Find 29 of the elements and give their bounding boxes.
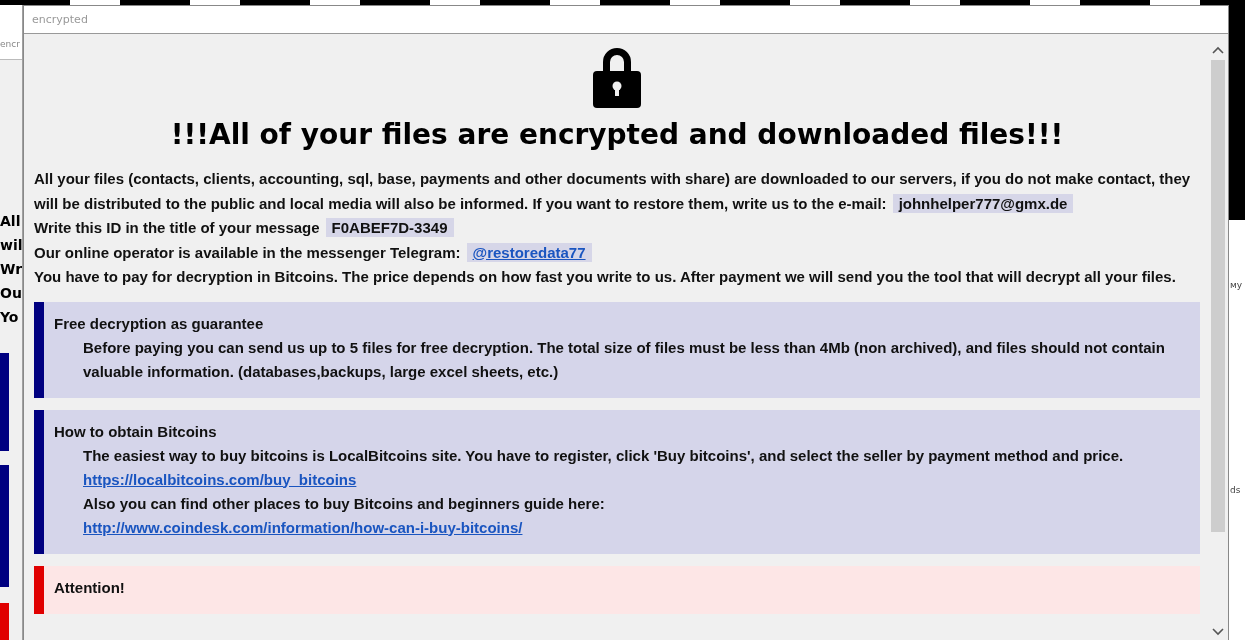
heading: !!!All of your files are encrypted and downloaded files!!! — [169, 118, 1065, 151]
section-text: Before paying you can send us up to 5 files for free decryption. The total size of files must be less than 4Mb (non archived), and files should not contain valuable information. (databases,backups, large excel sheets, etc.) — [82, 337, 1166, 382]
scroll-up-icon[interactable] — [1212, 46, 1224, 54]
telegram-link[interactable]: @restoredata77 — [466, 242, 592, 262]
paragraph: Our online operator is available in the messenger Telegram: @restoredata77 — [34, 240, 1200, 265]
paragraph: All your files (contacts, clients, accounting, sql, base, payments and other documents with share) are downloaded to our servers, if you do not make contact, they will be distributed to the public and local media will also be informed. If you want to restore them, write us to the e-mail: johnhelper777@gmx.de — [34, 169, 1192, 215]
text-fragment: ds — [1229, 485, 1241, 495]
window-title: encrypted — [32, 13, 88, 26]
section-title: How to obtain Bitcoins — [54, 421, 218, 442]
text-fragment: Ou — [0, 283, 22, 303]
highlighted-text: johnhelper777@gmx.de — [892, 193, 1074, 213]
text-fragment: All — [0, 211, 22, 231]
section-bar — [0, 602, 9, 640]
link[interactable]: https://localbitcoins.com/buy_bitcoins — [83, 467, 357, 492]
text-fragment: wil — [0, 235, 22, 255]
section-text: Also you can find other places to buy Bitcoins and beginners guide here: — [82, 493, 606, 514]
link[interactable]: http://www.coindesk.com/information/how-can-i-buy-bitcoins/ — [83, 515, 523, 540]
highlighted-text: F0ABEF7D-3349 — [325, 218, 454, 237]
section-text: The easiest way to buy bitcoins is LocalBitcoins site. You have to register, click 'Buy bitcoins', and select the seller by payment method and price. — [82, 445, 1125, 466]
window-title: encr — [0, 5, 22, 60]
scroll-down-icon[interactable] — [1212, 628, 1224, 636]
paragraph: You have to pay for decryption in Bitcoins. The price depends on how fast you write to us. After payment we will send you the tool that will decrypt all your files. — [34, 267, 1177, 287]
section-title: Free decryption as guarantee — [54, 313, 265, 334]
text-fragment: Wr — [0, 259, 22, 279]
scrollbar-thumb[interactable] — [1211, 60, 1225, 532]
text-fragment: Yo — [0, 307, 20, 327]
section-title: Attention! — [54, 577, 126, 598]
paragraph: Write this ID in the title of your message F0ABEF7D-3349 — [34, 216, 1200, 241]
text-fragment: му — [1229, 280, 1243, 290]
